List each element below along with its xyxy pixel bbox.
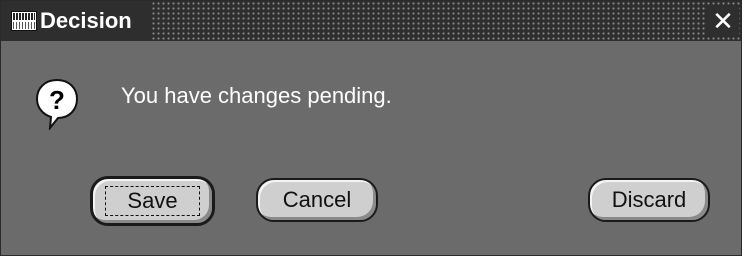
close-icon[interactable]: ✕ xyxy=(707,5,739,37)
save-button[interactable]: Save xyxy=(90,176,215,226)
question-icon: ? xyxy=(35,78,79,130)
dialog-body: ? You have changes pending. Save Cancel … xyxy=(1,41,741,255)
decision-dialog: Decision ✕ ? You have changes pending. S… xyxy=(0,0,742,256)
window-title: Decision xyxy=(40,8,132,33)
cancel-button[interactable]: Cancel xyxy=(256,178,378,222)
title-bar[interactable]: Decision ✕ xyxy=(1,1,741,41)
dialog-message: You have changes pending. xyxy=(121,83,392,108)
save-button-label: Save xyxy=(127,188,178,213)
oracle-applications-icon xyxy=(11,11,37,31)
svg-text:?: ? xyxy=(49,85,65,115)
discard-button[interactable]: Discard xyxy=(588,178,710,222)
